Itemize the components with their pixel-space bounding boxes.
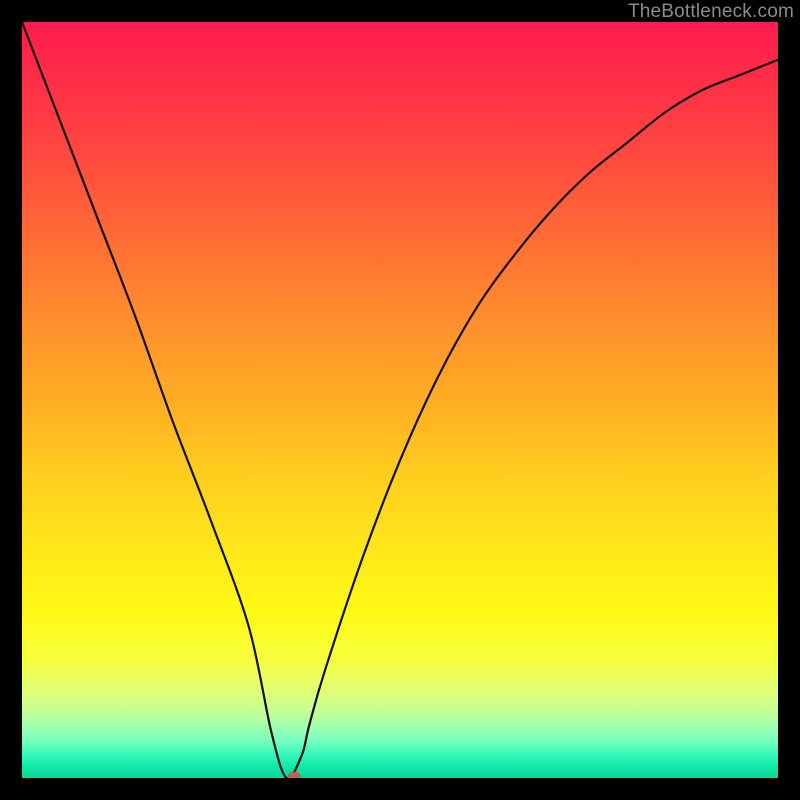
bottleneck-curve (22, 22, 778, 778)
watermark-text: TheBottleneck.com (628, 1, 794, 23)
red-dot-icon (288, 772, 301, 779)
chart-container: TheBottleneck.com (0, 0, 800, 800)
curve-svg (22, 22, 778, 778)
plot-area (22, 22, 778, 778)
